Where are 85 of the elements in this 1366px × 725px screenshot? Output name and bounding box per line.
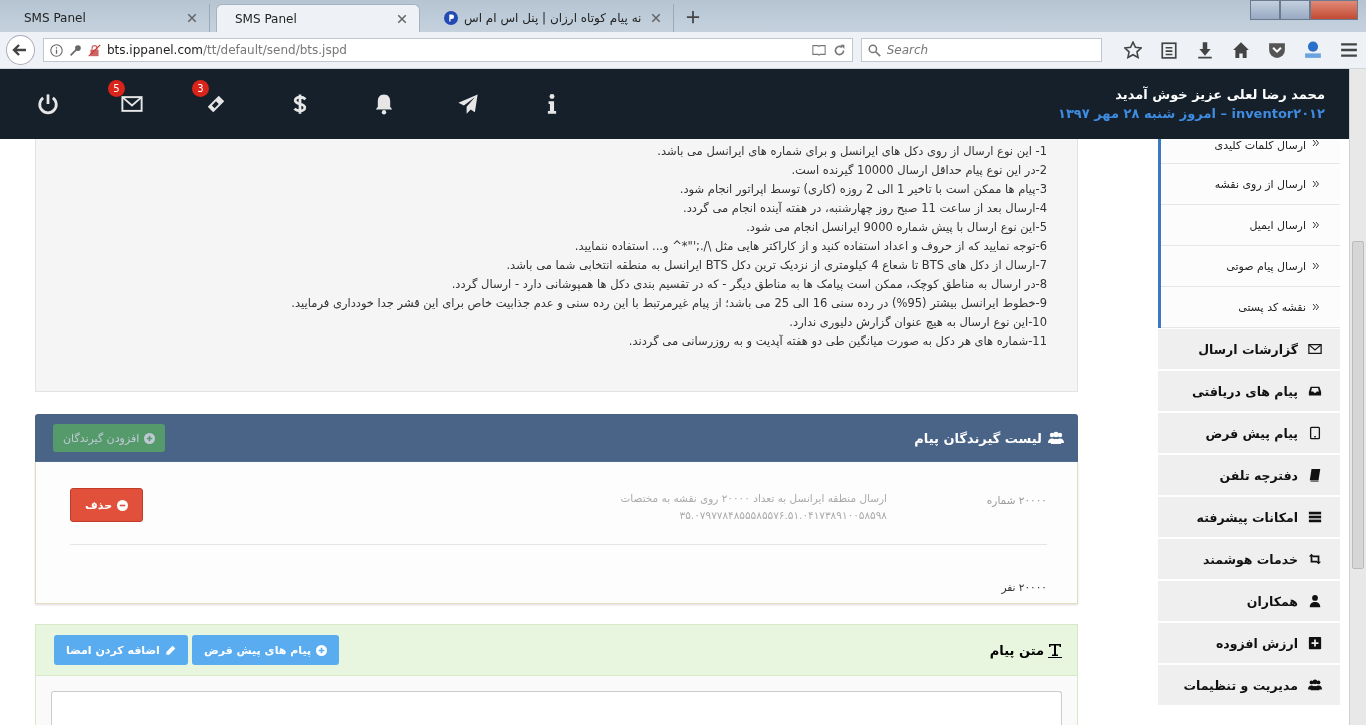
sidebar-item[interactable]: پیام پیش فرض — [1158, 413, 1340, 454]
search-field[interactable]: Search — [860, 38, 1102, 62]
pencil-icon — [164, 644, 176, 656]
minimize-button[interactable] — [1250, 0, 1280, 20]
user-icon — [1308, 594, 1322, 608]
scrollbar[interactable] — [1349, 69, 1366, 725]
recipient-count: ۲۰۰۰۰ شماره — [985, 493, 1047, 506]
restore-button[interactable] — [1280, 0, 1310, 20]
p-logo-icon — [444, 11, 458, 25]
sidebar-item[interactable]: ارزش افزوده — [1158, 623, 1340, 664]
info-circle-icon — [49, 43, 63, 57]
bell-icon — [373, 93, 395, 115]
list-icon — [1308, 510, 1322, 524]
rule-text: 9-خطوط ایرانسل بیشتر (95%) در رده سنی 16 الی 25 می باشد؛ از پیام غیرمرتبط با این رده سنی و عدم جذابیت خاص برای این قشر جدا خودداری فرمایید. — [290, 295, 1047, 313]
back-button[interactable] — [6, 35, 35, 65]
envelope-icon — [121, 93, 143, 115]
download-icon[interactable] — [1196, 41, 1214, 59]
close-tab-icon — [397, 13, 407, 24]
paper-plane-button[interactable] — [457, 93, 479, 115]
notification-badge: 3 — [192, 80, 209, 97]
rule-text: 4-ارسال بعد از ساعت 11 صبح روز چهارشنبه، در هفته آینده انجام می گردد. — [682, 200, 1047, 217]
bookmark-star-icon[interactable] — [1124, 41, 1142, 59]
delete-button[interactable]: حذف — [70, 488, 144, 522]
submenu-item[interactable]: ارسال کلمات کلیدی — [1161, 139, 1340, 164]
user-date-text: inventor۲۰۱۲ – امروز شنبه ۲۸ مهر ۱۳۹۷ — [1058, 106, 1325, 121]
total-recipients: ۲۰۰۰۰ نفر — [1000, 581, 1047, 593]
sidebar-item[interactable]: مدیریت و تنظیمات — [1158, 665, 1340, 706]
new-tab-icon — [686, 10, 701, 24]
double-chevron-icon — [1312, 180, 1320, 188]
bell-button[interactable] — [373, 93, 395, 115]
power-button[interactable] — [37, 93, 59, 115]
welcome-text: محمد رضا لعلی عزیز خوش آمدید — [1114, 87, 1325, 102]
rule-text: 7-ارسال از دکل های BTS تا شعاع 4 کیلومتری از نزدیک ترین دکل BTS ایرانسل به منطقه انتخابی شما می باشد. — [505, 257, 1047, 274]
reader-view-icon — [810, 43, 827, 57]
menu-icon[interactable] — [1340, 41, 1358, 59]
sidebar-item[interactable]: همکاران — [1158, 581, 1340, 622]
ticket-icon — [205, 93, 227, 115]
rule-text: 8-در ارسال به مناطق کوچک، ممکن است پیامک ها به مناطق دیگر - که در تقسیم بندی دکل ها همپوشانی دارد - ارسال گردد. — [450, 276, 1047, 294]
search-icon — [867, 43, 881, 57]
sidebar-item[interactable]: امکانات پیشرفته — [1158, 497, 1340, 538]
key-icon — [68, 43, 82, 57]
panel-title: متن پیام — [989, 642, 1044, 658]
plus-circle-icon — [144, 432, 156, 444]
text-icon — [1047, 642, 1063, 658]
power-icon — [37, 93, 59, 115]
sidebar-item[interactable]: گزارشات ارسال — [1158, 329, 1340, 370]
insecure-lock-icon — [87, 43, 101, 57]
pocket-icon[interactable] — [1268, 41, 1286, 59]
envelope-button[interactable] — [121, 93, 143, 115]
double-chevron-icon — [1312, 262, 1320, 270]
address-bar[interactable]: bts.ippanel.com/tt/default/send/bts.jspd — [42, 38, 853, 62]
rule-text: 2-در این نوع پیام حداقل ارسال 10000 گیرنده است. — [790, 162, 1047, 179]
inbox-icon — [1308, 384, 1322, 398]
close-tab-icon — [187, 13, 197, 23]
sidebar-item[interactable]: پیام های دریافتی — [1158, 371, 1340, 412]
rule-text: 6-توجه نمایید که از حروف و اعداد استفاده کنید و از کاراکتر هایی مثل \/.;'"*^ و... استفاده ننمایید. — [573, 238, 1047, 255]
users-icon — [1308, 678, 1322, 692]
notification-badge: 5 — [108, 80, 125, 97]
paper-plane-icon — [457, 93, 479, 115]
sidebar-item[interactable]: خدمات هوشمند — [1158, 539, 1340, 580]
ticket-button[interactable] — [205, 93, 227, 115]
rule-text: 1- این نوع ارسال از روی دکل های ایرانسل و برای شماره های ایرانسل می باشد. — [656, 143, 1047, 160]
reload-icon — [832, 43, 846, 57]
double-chevron-icon — [1312, 221, 1320, 229]
home-icon[interactable] — [1232, 41, 1250, 59]
users-icon — [1048, 430, 1064, 446]
reading-list-icon[interactable] — [1160, 41, 1178, 59]
sidebar-item[interactable]: دفترچه تلفن — [1158, 455, 1340, 496]
browser-tab[interactable]: SMS Panel — [216, 4, 420, 32]
minus-circle-icon — [117, 499, 129, 511]
rule-text: 5-این نوع ارسال با پیش شماره 9000 ایرانسل انجام می شود. — [745, 219, 1047, 237]
scrollbar-thumb[interactable] — [1352, 241, 1364, 569]
rule-text: 11-شماره های هر دکل به صورت میانگین طی دو هفته آپدیت و به روزرسانی می گردند. — [627, 333, 1047, 350]
tablet-icon — [1308, 426, 1322, 440]
recipient-description: ارسال منطقه ایرانسل به تعداد ۲۰۰۰۰ روی نقشه به مختصات ۳۵.۰۷۹۷۷۸۴۸۵۵۵۸۵۵۷۶.۵۱.۰۴۱۷۳۸۹۱۰۰۵۸۵۹۸ — [619, 491, 887, 523]
back-arrow-icon — [12, 42, 29, 58]
panel-title: لیست گیرندگان پیام — [914, 430, 1042, 446]
rule-text: 3-پیام ها ممکن است با تاخیر 1 الی 2 روزه (کاری) توسط اپراتور انجام شود. — [678, 181, 1047, 198]
book-icon — [1308, 468, 1322, 482]
close-tab-icon — [651, 13, 662, 23]
plus-circle-icon — [316, 644, 328, 656]
double-chevron-icon — [1312, 303, 1320, 311]
double-chevron-icon — [1312, 139, 1320, 147]
rule-text: 10-این نوع ارسال به هیچ عنوان گزارش دلیوری ندارد. — [788, 314, 1047, 332]
envelope-icon — [1308, 342, 1322, 356]
